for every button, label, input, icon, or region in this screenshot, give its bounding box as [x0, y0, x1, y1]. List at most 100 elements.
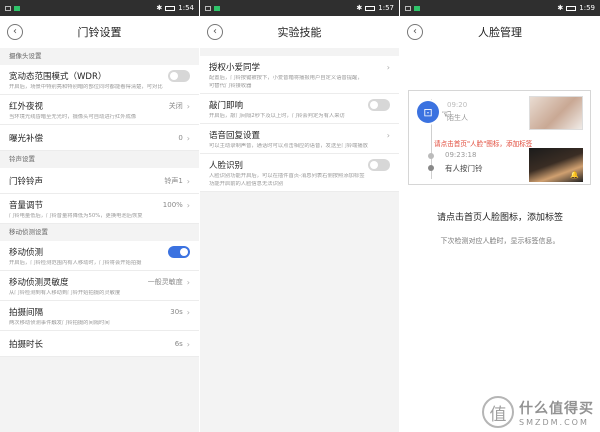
setting-ringtone[interactable]: 门铃铃声 铃声1 › — [0, 168, 199, 194]
setting-value: 0 — [178, 134, 183, 142]
setting-value: 关闭 — [168, 102, 183, 110]
setting-description: 开启后，场景中特别亮和特别暗的部位同时都能看得清楚，可对比 — [9, 84, 163, 90]
chevron-right-icon: › — [386, 130, 390, 140]
page-title: 人脸管理 — [478, 26, 522, 39]
empty-state-subtitle: 下次检测对应人脸时，显示标签信息。 — [440, 237, 560, 245]
notification-icon — [405, 5, 411, 11]
status-time: 1:57 — [378, 4, 394, 12]
setting-label: 人脸识别 — [209, 161, 244, 171]
setting-label: 音量调节 — [9, 201, 44, 211]
setting-label: 宽动态范围模式（WDR） — [9, 72, 107, 82]
setting-duration[interactable]: 拍摄时长 6s › — [0, 331, 199, 357]
setting-value: 6s — [174, 340, 183, 348]
setting-description: 人脸识别功能开启后，可以在插件首页-消息列表右侧按照添加标签 — [209, 173, 365, 179]
bluetooth-icon: ✱ — [557, 4, 564, 12]
status-time: 1:59 — [579, 4, 595, 12]
chevron-left-icon: ‹ — [13, 26, 17, 37]
back-button[interactable]: ‹ — [7, 24, 23, 40]
setting-description: 两次移动侦测事件触发门铃拍摄的间隔时间 — [9, 320, 110, 326]
event-title: 有人按门铃 — [445, 164, 483, 173]
status-bar: ✱ 1:59 — [400, 0, 600, 16]
face-scan-icon: ⊡ — [417, 101, 439, 123]
setting-description: 开启后，敲门间隔2秒下及以上时，门铃会判定为有人来访 — [209, 113, 345, 119]
setting-description: 功能开启前的人脸信息无法识别 — [209, 181, 284, 187]
pointer-hand-icon: ☜ — [441, 107, 452, 121]
event-thumbnail — [529, 96, 583, 130]
setting-description: 从门铃检测到有人移动到门铃开始拍摄的灵敏度 — [9, 290, 121, 296]
face-tag-tutorial-image: 🔔 09:20 陌生人 ⊡ ☜ 请点击首页"人脸"图标，添加标签 09:23:1… — [408, 90, 591, 185]
chevron-right-icon: › — [186, 101, 190, 111]
chevron-right-icon: › — [186, 133, 190, 143]
app-notification-icon — [14, 5, 20, 11]
setting-description: 可替代门铃接收器 — [209, 83, 252, 89]
face-recognition-toggle[interactable] — [368, 159, 390, 171]
setting-description: 配置后，门铃按键被按下，小爱音箱将播报用户自定义语音提醒， — [209, 75, 363, 81]
setting-sensitivity[interactable]: 移动侦测灵敏度 一般灵敏度 › 从门铃检测到有人移动到门铃开始拍摄的灵敏度 — [0, 271, 199, 301]
chevron-left-icon: ‹ — [413, 26, 417, 37]
page-title: 门铃设置 — [77, 26, 122, 39]
setting-label: 敲门即响 — [209, 101, 244, 111]
back-button[interactable]: ‹ — [407, 24, 423, 40]
setting-knock-ring: 敲门即响 开启后，敲门间隔2秒下及以上时，门铃会判定为有人来访 — [200, 94, 399, 124]
title-bar: ‹ 人脸管理 — [400, 16, 600, 48]
section-header-camera: 摄像头设置 — [0, 48, 199, 65]
setting-xiaoai-auth[interactable]: 授权小爱同学 › 配置后，门铃按键被按下，小爱音箱将播报用户自定义语音提醒， 可… — [200, 56, 399, 94]
tutorial-hint: 请点击首页"人脸"图标，添加标签 — [434, 140, 533, 148]
setting-label: 语音回复设置 — [209, 131, 261, 141]
setting-value: 一般灵敏度 — [147, 278, 183, 286]
app-notification-icon — [214, 5, 220, 11]
watermark-text: 什么值得买 — [519, 400, 594, 417]
back-button[interactable]: ‹ — [207, 24, 223, 40]
event-time: 09:23:18 — [445, 151, 477, 159]
setting-description: 可以主动录制声音，通话时可以点击相应的语音，发送至门铃端播放 — [209, 143, 368, 149]
wdr-toggle[interactable] — [168, 70, 190, 82]
status-time: 1:54 — [178, 4, 194, 12]
title-bar: ‹ 门铃设置 — [0, 16, 199, 48]
section-header-ring: 铃声设置 — [0, 151, 199, 168]
chevron-left-icon: ‹ — [213, 26, 217, 37]
doorbell-settings-screen: ✱ 1:54 ‹ 门铃设置 摄像头设置 宽动态范围模式（WDR） 开启后，场景中… — [0, 0, 199, 432]
app-notification-icon — [414, 5, 420, 11]
chevron-right-icon: › — [186, 176, 190, 186]
timeline-dot — [428, 153, 434, 159]
setting-wdr: 宽动态范围模式（WDR） 开启后，场景中特别亮和特别暗的部位同时都能看得清楚，可… — [0, 65, 199, 95]
setting-exposure[interactable]: 曝光补偿 0 › — [0, 125, 199, 151]
chevron-right-icon: › — [186, 307, 190, 317]
battery-icon — [566, 5, 577, 11]
setting-motion-detection: 移动侦测 开启后，门铃检测范围内有人移动时，门铃将会开始拍摄 — [0, 241, 199, 271]
setting-label: 移动侦测灵敏度 — [9, 278, 69, 288]
setting-voice-reply[interactable]: 语音回复设置 › 可以主动录制声音，通话时可以点击相应的语音，发送至门铃端播放 — [200, 124, 399, 154]
section-header-motion: 移动侦测设置 — [0, 224, 199, 241]
bluetooth-icon: ✱ — [356, 4, 363, 12]
motion-detection-toggle[interactable] — [168, 246, 190, 258]
status-bar: ✱ 1:57 — [200, 0, 399, 16]
setting-label: 门铃铃声 — [9, 177, 44, 187]
watermark-logo: 值 — [482, 396, 514, 428]
setting-face-recognition: 人脸识别 人脸识别功能开启后，可以在插件首页-消息列表右侧按照添加标签 功能开启… — [200, 154, 399, 192]
setting-label: 曝光补偿 — [9, 134, 44, 144]
status-bar: ✱ 1:54 — [0, 0, 199, 16]
setting-label: 授权小爱同学 — [209, 63, 261, 73]
setting-night-vision[interactable]: 红外夜视 关闭 › 当环境光线昏暗至无光时，摄像头可自动进行红外成像 — [0, 95, 199, 125]
timeline-dot — [428, 165, 434, 171]
setting-label: 移动侦测 — [9, 248, 44, 258]
setting-value: 铃声1 — [164, 177, 183, 185]
event-thumbnail: 🔔 — [529, 148, 583, 182]
chevron-right-icon: › — [386, 62, 390, 72]
setting-volume[interactable]: 音量调节 100% › 门铃电量低后，门铃音量将降低为50%，更换电池后恢复 — [0, 194, 199, 224]
watermark-subtext: SMZDM.COM — [519, 417, 589, 427]
setting-label: 拍摄间隔 — [9, 308, 44, 318]
battery-icon — [165, 5, 176, 11]
setting-label: 红外夜视 — [9, 102, 44, 112]
site-watermark: 值 什么值得买 SMZDM.COM — [482, 396, 594, 428]
empty-state-title: 请点击首页人脸图标，添加标签 — [436, 213, 563, 223]
battery-icon — [365, 5, 376, 11]
setting-description: 开启后，门铃检测范围内有人移动时，门铃将会开始拍摄 — [9, 260, 142, 266]
setting-description: 当环境光线昏暗至无光时，摄像头可自动进行红外成像 — [9, 114, 137, 120]
lab-skills-screen: ✱ 1:57 ‹ 实验技能 授权小爱同学 › 配置后，门铃按键被按下，小爱音箱将… — [200, 0, 399, 432]
face-management-screen: ✱ 1:59 ‹ 人脸管理 🔔 09:20 陌生人 ⊡ ☜ 请点击首页"人脸"图… — [400, 0, 600, 432]
chevron-right-icon: › — [186, 277, 190, 287]
knock-ring-toggle[interactable] — [368, 99, 390, 111]
setting-interval[interactable]: 拍摄间隔 30s › 两次移动侦测事件触发门铃拍摄的间隔时间 — [0, 301, 199, 331]
page-title: 实验技能 — [277, 26, 322, 39]
